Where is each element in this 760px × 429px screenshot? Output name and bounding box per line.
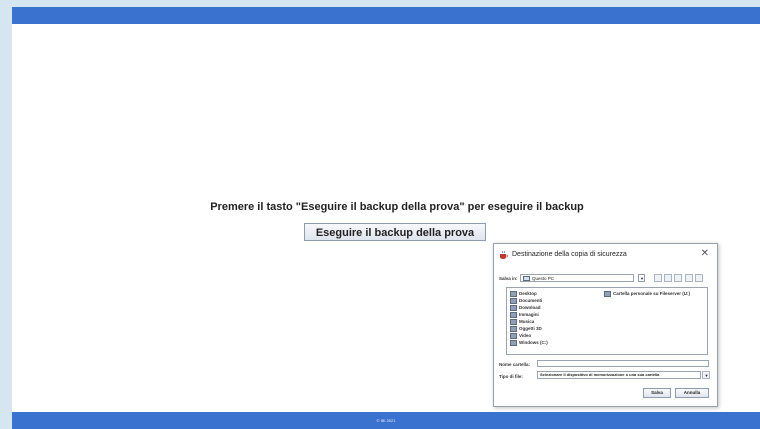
- instruction-text: Premere il tasto "Eseguire il backup del…: [210, 201, 584, 213]
- list-item[interactable]: Download: [510, 305, 541, 311]
- file-type-label: Tipo di file:: [499, 374, 523, 379]
- save-dialog: Destinazione della copia di sicurezza ✕ …: [493, 243, 718, 407]
- folder-icon: [510, 305, 517, 311]
- cancel-button[interactable]: Annulla: [675, 388, 709, 398]
- save-in-label: Salva in:: [499, 276, 518, 281]
- folder-name-field[interactable]: [537, 360, 709, 367]
- home-button[interactable]: [664, 274, 672, 282]
- new-folder-button[interactable]: [674, 274, 682, 282]
- footer: © IBI 2021: [12, 412, 760, 429]
- list-item[interactable]: Windows (C:): [510, 340, 548, 346]
- drive-icon: [510, 340, 517, 346]
- chevron-down-icon: ▼: [640, 276, 644, 281]
- close-icon[interactable]: ✕: [701, 248, 709, 259]
- footer-text: © IBI 2021: [376, 418, 396, 423]
- file-type-select[interactable]: Selezionare il dispositivo di memorizzaz…: [537, 371, 701, 379]
- top-bar: [12, 7, 760, 24]
- backup-button[interactable]: Eseguire il backup della prova: [304, 223, 486, 241]
- list-item[interactable]: Musica: [510, 319, 534, 325]
- details-view-button[interactable]: [695, 274, 703, 282]
- folder-icon: [510, 291, 517, 297]
- folder-icon: [510, 326, 517, 332]
- list-item[interactable]: Cartella personale su Fileserver (U:): [604, 291, 690, 297]
- drive-icon: [523, 276, 530, 282]
- file-type-dropdown-button[interactable]: ▼: [702, 371, 710, 379]
- chevron-down-icon: ▼: [704, 373, 709, 378]
- folder-icon: [510, 333, 517, 339]
- folder-name-label: Nome cartella:: [499, 362, 531, 367]
- drive-icon: [604, 291, 611, 297]
- folder-icon: [510, 319, 517, 325]
- list-item[interactable]: Desktop: [510, 291, 537, 297]
- list-item[interactable]: Oggetti 3D: [510, 326, 542, 332]
- list-item[interactable]: Video: [510, 333, 531, 339]
- save-button[interactable]: Salva: [643, 388, 671, 398]
- save-in-value: Questo PC: [532, 276, 555, 281]
- folder-icon: [510, 298, 517, 304]
- folder-icon: [510, 312, 517, 318]
- list-view-button[interactable]: [685, 274, 693, 282]
- java-cup-icon: [500, 251, 508, 259]
- file-list: Desktop Documenti Download Immagini Musi…: [506, 287, 708, 355]
- list-item[interactable]: Documenti: [510, 298, 542, 304]
- dialog-title: Destinazione della copia di sicurezza: [512, 251, 627, 258]
- save-in-combo[interactable]: Questo PC: [520, 274, 634, 282]
- list-item[interactable]: Immagini: [510, 312, 539, 318]
- up-folder-button[interactable]: [654, 274, 662, 282]
- save-in-dropdown-button[interactable]: ▼: [638, 274, 645, 282]
- dialog-title-bar: Destinazione della copia di sicurezza ✕: [499, 248, 711, 263]
